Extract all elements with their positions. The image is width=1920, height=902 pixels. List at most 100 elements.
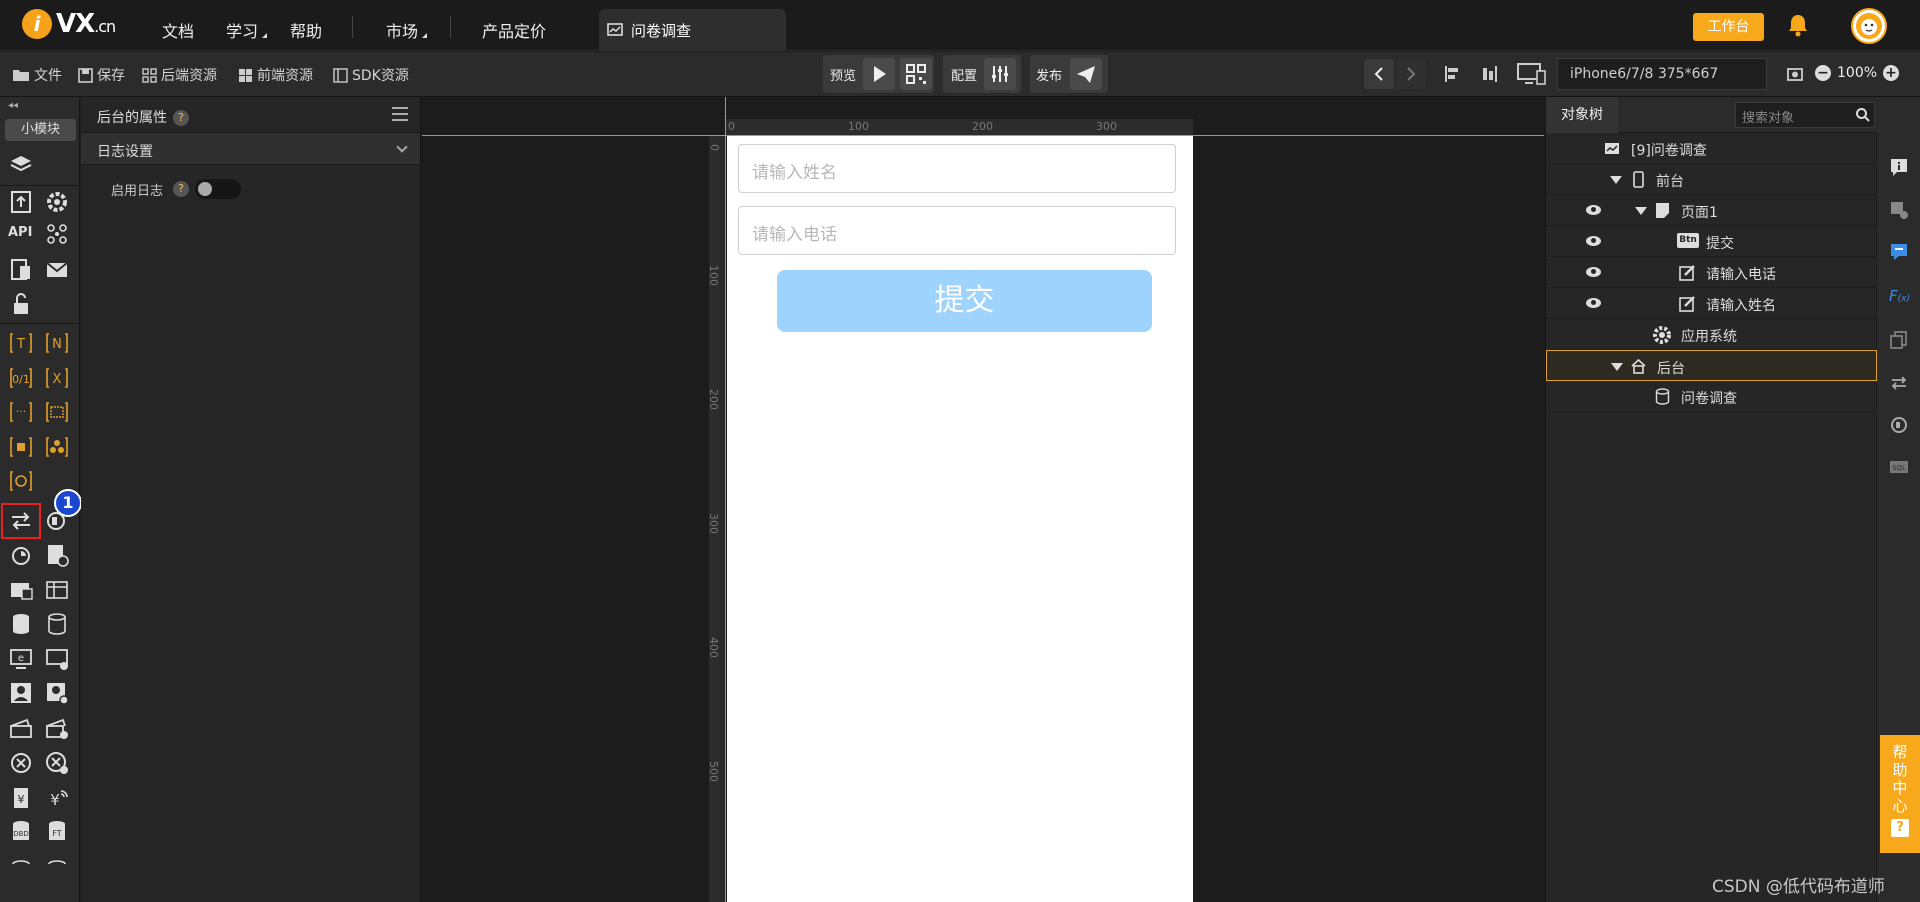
table-variable-icon[interactable]	[44, 399, 70, 425]
publish-button[interactable]	[1070, 58, 1102, 90]
config-button[interactable]	[984, 58, 1016, 90]
nav-help[interactable]: 帮助	[290, 18, 322, 42]
nav-market[interactable]: 市场	[386, 18, 418, 42]
api-icon[interactable]: API	[8, 225, 34, 251]
fulltext-db-icon[interactable]: FT	[44, 819, 70, 845]
tree-item-submit[interactable]: Btn 提交	[1546, 226, 1877, 257]
ivx-logo[interactable]: i VX.cn	[22, 9, 116, 39]
help-question-icon[interactable]: ?	[173, 110, 189, 126]
any-variable-icon[interactable]: X	[44, 365, 70, 391]
collapse-rail-icon[interactable]: ◂◂	[8, 100, 18, 111]
zoom-out-icon[interactable]: −	[1815, 65, 1831, 81]
preview-play-button[interactable]	[863, 58, 895, 90]
function-icon[interactable]: F(x)	[1889, 287, 1910, 307]
nav-learn[interactable]: 学习	[226, 18, 258, 42]
log-settings-section[interactable]: 日志设置	[81, 133, 420, 165]
phone-page[interactable]: 请输入姓名 请输入电话 提交	[727, 135, 1193, 902]
zoom-in-icon[interactable]: +	[1883, 65, 1900, 81]
tree-item-app-system[interactable]: 应用系统	[1546, 319, 1877, 350]
tree-item-frontend[interactable]: 前台	[1546, 164, 1877, 195]
tree-item-project[interactable]: [9]问卷调查	[1546, 133, 1877, 164]
more-db-icon[interactable]	[8, 854, 34, 880]
yuan-payment-icon[interactable]: ¥	[8, 785, 34, 811]
text-variable-icon[interactable]: T	[8, 330, 34, 356]
database-service-icon[interactable]	[1889, 415, 1909, 435]
transfer-icon[interactable]	[1889, 373, 1909, 393]
phone-input[interactable]: 请输入电话	[738, 206, 1176, 255]
expand-triangle-icon[interactable]	[1635, 207, 1647, 215]
backend-resources-button[interactable]: 后端资源	[142, 65, 217, 85]
save-button[interactable]: 保存	[78, 65, 125, 85]
eye-icon[interactable]	[1586, 236, 1601, 246]
bell-icon[interactable]	[1787, 13, 1809, 37]
screenshot-icon[interactable]	[1785, 64, 1805, 84]
cross-circle-icon[interactable]	[8, 750, 34, 776]
submit-button[interactable]: 提交	[777, 270, 1152, 332]
frontend-resources-button[interactable]: 前端资源	[238, 65, 313, 85]
tree-item-phone-input[interactable]: 请输入电话	[1546, 257, 1877, 288]
eye-icon[interactable]	[1586, 298, 1601, 308]
payment-terminal-icon[interactable]: e	[8, 646, 34, 672]
properties-settings-icon[interactable]	[1889, 200, 1909, 220]
wallet-settings-icon[interactable]	[44, 715, 70, 741]
user-account-icon[interactable]	[8, 680, 34, 706]
lock-icon[interactable]	[8, 291, 34, 317]
object-array-variable-icon[interactable]	[44, 434, 70, 460]
layers-icon[interactable]	[8, 152, 34, 178]
tree-item-survey-db[interactable]: 问卷调查	[1546, 381, 1877, 412]
database-icon[interactable]	[44, 611, 70, 637]
gear-icon[interactable]	[44, 189, 70, 215]
tree-item-page1[interactable]: 页面1	[1546, 195, 1877, 226]
document-icon[interactable]	[8, 257, 34, 283]
dbd-icon[interactable]: DBD	[8, 819, 34, 845]
redo-arrow-button[interactable]	[1396, 59, 1426, 89]
mini-module-button[interactable]: 小模块	[5, 119, 76, 141]
design-canvas[interactable]: 0 100 200 300 0 100 200 300 400 500 请输入姓…	[422, 97, 1544, 902]
tree-item-backend[interactable]: 后台	[1546, 350, 1877, 381]
align-vertical-icon[interactable]	[1479, 64, 1499, 84]
boolean-variable-icon[interactable]: 0/1	[8, 365, 34, 391]
nav-pricing[interactable]: 产品定价	[482, 18, 546, 42]
upload-icon[interactable]	[8, 189, 34, 215]
data-table-icon[interactable]	[44, 577, 70, 603]
more-db-alt-icon[interactable]	[44, 854, 70, 880]
copy-icon[interactable]	[1889, 330, 1909, 350]
database-db-icon[interactable]	[8, 611, 34, 637]
array-variable-icon[interactable]: ···	[8, 399, 34, 425]
number-variable-icon[interactable]: N	[44, 330, 70, 356]
object-variable-icon[interactable]	[8, 434, 34, 460]
object-search-input[interactable]: 搜索对象	[1735, 102, 1875, 128]
enable-log-toggle[interactable]	[195, 179, 242, 199]
user-avatar[interactable]	[1851, 8, 1887, 44]
tree-item-name-input[interactable]: 请输入姓名	[1546, 288, 1877, 319]
eye-icon[interactable]	[1586, 267, 1601, 277]
comment-event-icon[interactable]	[1889, 242, 1909, 262]
undo-arrow-button[interactable]	[1364, 59, 1394, 89]
name-input[interactable]: 请输入姓名	[738, 144, 1176, 193]
qr-preview-button[interactable]	[900, 58, 932, 90]
sql-icon[interactable]: SQL	[1889, 457, 1909, 477]
mail-icon[interactable]	[44, 257, 70, 283]
expand-triangle-icon[interactable]	[1610, 176, 1622, 184]
help-question-icon[interactable]: ?	[173, 181, 190, 197]
align-left-icon[interactable]	[1443, 64, 1463, 84]
project-tab[interactable]: 问卷调查	[599, 9, 786, 51]
help-center-button[interactable]: 帮助中心 ?	[1880, 735, 1920, 853]
nav-docs[interactable]: 文档	[162, 18, 194, 42]
sql-db-icon[interactable]	[8, 577, 34, 603]
yuan-wireless-icon[interactable]: ¥	[44, 785, 70, 811]
network-icon[interactable]	[44, 221, 70, 247]
search-icon[interactable]	[1855, 107, 1871, 123]
timer-variable-icon[interactable]	[8, 468, 34, 494]
info-icon[interactable]	[1889, 157, 1909, 177]
sdk-resources-button[interactable]: SDK资源	[333, 65, 409, 85]
device-selector[interactable]: iPhone6/7/8 375*667	[1557, 58, 1767, 90]
cross-circle-settings-icon[interactable]	[44, 750, 70, 776]
device-monitor-icon[interactable]	[1517, 62, 1547, 86]
user-settings-icon[interactable]	[44, 680, 70, 706]
timer-icon[interactable]	[8, 542, 34, 568]
service-transfer-icon[interactable]	[8, 508, 34, 534]
sql-query-icon[interactable]	[44, 542, 70, 568]
hamburger-menu-icon[interactable]	[392, 107, 408, 121]
tab-object-tree[interactable]: 对象树	[1546, 97, 1618, 133]
